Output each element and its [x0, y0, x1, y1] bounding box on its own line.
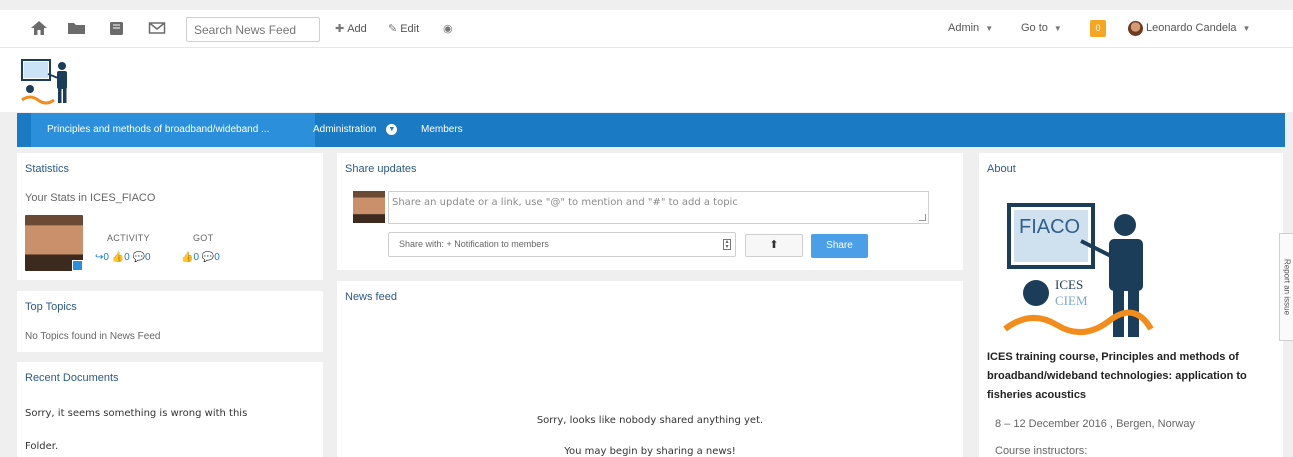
got-label: GOT: [193, 233, 214, 243]
top-navigation-bar: ✚Add ✎Edit ◉ Admin ▼ Go to ▼ 0 Leonardo Ca…: [0, 10, 1293, 48]
ciem-text: CIEM: [1055, 293, 1088, 308]
upload-button[interactable]: ⬆: [745, 234, 803, 257]
share-button[interactable]: Share: [811, 234, 868, 258]
recent-documents-panel: Recent Documents Sorry, it seems somethi…: [17, 362, 323, 457]
upload-icon: ⬆: [769, 239, 779, 251]
caret-down-icon: ▼: [1242, 24, 1251, 33]
plus-icon: ✚: [335, 23, 345, 35]
fiaco-logo-text: FIACO: [1019, 216, 1080, 238]
course-instructors-label: Course instructors:: [995, 445, 1088, 457]
news-feed-panel: News feed Sorry, looks like nobody share…: [337, 281, 963, 457]
folder-icon[interactable]: [67, 20, 85, 36]
chevron-down-icon: ▼: [386, 123, 398, 135]
nav-administration-label: Administration: [313, 124, 377, 135]
fiaco-logo: FIACO ICES CIEM: [1001, 201, 1161, 341]
news-feed-empty-line1: Sorry, looks like nobody shared anything…: [536, 415, 764, 426]
ices-text: ICES: [1055, 277, 1083, 292]
admin-menu[interactable]: Admin ▼: [948, 22, 993, 34]
site-navigation: Principles and methods of broadband/wide…: [17, 113, 1285, 147]
share-avatar: [353, 191, 385, 223]
add-button[interactable]: ✚ Add: [335, 22, 367, 35]
search-news-feed-input[interactable]: [186, 17, 320, 42]
statistics-subtitle: Your Stats in ICES_FIACO: [25, 192, 156, 204]
statistics-title: Statistics: [25, 163, 70, 175]
edit-label: Edit: [400, 23, 420, 35]
goto-label: Go to: [1021, 22, 1048, 34]
site-logo[interactable]: [20, 58, 72, 106]
share-updates-panel: Share updates Share an update or a link,…: [337, 153, 963, 270]
goto-menu[interactable]: Go to ▼: [1021, 22, 1062, 34]
course-title: ICES training course, Principles and met…: [987, 351, 1247, 401]
share-with-label: Share with: + Notification to members: [399, 239, 549, 249]
course-dates: 8 – 12 December 2016 , Bergen, Norway: [995, 418, 1195, 430]
got-values[interactable]: 👍0 💬0: [181, 252, 220, 263]
top-topics-panel: Top Topics No Topics found in News Feed: [17, 291, 323, 352]
eye-icon: ◉: [443, 23, 453, 35]
recent-documents-title: Recent Documents: [25, 372, 119, 384]
top-topics-title: Top Topics: [25, 301, 77, 313]
select-arrow-icon: ▴ ▾: [723, 239, 731, 250]
notification-badge[interactable]: 0: [1090, 20, 1106, 37]
user-name: Leonardo Candela: [1146, 22, 1237, 34]
nav-item-course[interactable]: Principles and methods of broadband/wide…: [31, 113, 315, 147]
books-icon[interactable]: [108, 20, 126, 36]
recent-documents-error-line1: Sorry, it seems something is wrong with …: [25, 408, 248, 419]
news-feed-title: News feed: [345, 291, 397, 303]
statistics-panel: Statistics Your Stats in ICES_FIACO ACTI…: [17, 153, 323, 280]
top-topics-empty: No Topics found in News Feed: [25, 331, 161, 342]
share-with-select[interactable]: Share with: + Notification to members ▴ ▾: [388, 232, 736, 257]
view-button[interactable]: ◉: [443, 22, 456, 35]
news-feed-empty-line2: You may begin by sharing a news!: [564, 446, 736, 457]
about-title: About: [987, 163, 1016, 175]
envelope-icon[interactable]: [148, 20, 166, 36]
admin-label: Admin: [948, 22, 980, 34]
user-avatar[interactable]: [1128, 21, 1143, 36]
add-label: Add: [347, 23, 367, 35]
report-issue-tab[interactable]: Report an issue: [1279, 233, 1293, 341]
home-icon[interactable]: [30, 20, 48, 36]
profile-avatar[interactable]: [25, 215, 83, 271]
edit-icon: ✎: [388, 23, 398, 35]
about-panel: About FIACO ICES CIEM ICES training cour…: [979, 153, 1283, 457]
site-header: [0, 48, 1293, 112]
nav-item-members[interactable]: Members: [421, 113, 463, 147]
activity-values[interactable]: ↪0 👍0 💬0: [95, 252, 151, 263]
recent-documents-error-line2: Folder.: [25, 441, 59, 452]
edit-button[interactable]: ✎ Edit: [388, 22, 419, 35]
share-update-textarea[interactable]: Share an update or a link, use "@" to me…: [388, 191, 929, 224]
share-updates-title: Share updates: [345, 163, 417, 175]
activity-label: ACTIVITY: [107, 233, 150, 243]
user-menu[interactable]: Leonardo Candela ▼: [1146, 22, 1250, 34]
report-issue-label: Report an issue: [1282, 258, 1291, 316]
caret-down-icon: ▼: [985, 24, 994, 33]
caret-down-icon: ▼: [1053, 24, 1062, 33]
nav-item-administration[interactable]: Administration ▼: [313, 113, 398, 147]
